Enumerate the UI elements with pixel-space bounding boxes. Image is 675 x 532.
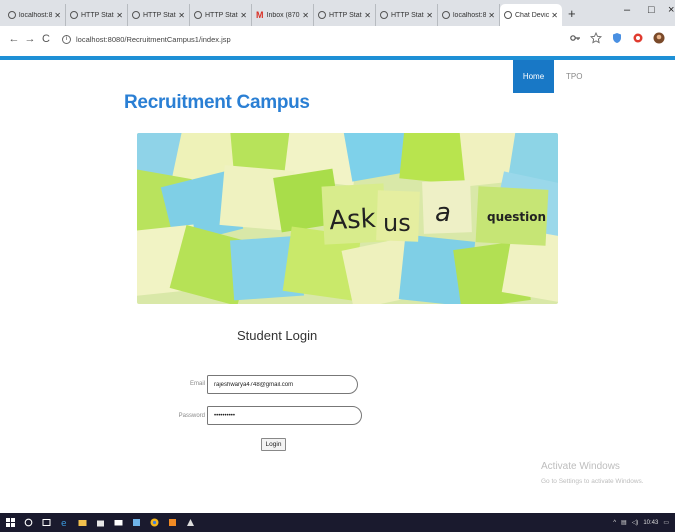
info-icon[interactable]: i: [62, 34, 71, 44]
globe-icon: [380, 11, 388, 19]
extension-icon[interactable]: [632, 32, 644, 44]
email-label: Email: [189, 381, 205, 387]
banner-word-a: a: [435, 198, 451, 228]
close-icon[interactable]: ✕: [551, 11, 558, 20]
toolbar-actions: [569, 32, 665, 44]
close-icon[interactable]: ✕: [364, 11, 371, 20]
banner-word-question: question: [487, 210, 546, 224]
globe-icon: [442, 11, 450, 19]
close-icon[interactable]: ✕: [54, 11, 61, 20]
email-field[interactable]: [207, 375, 358, 394]
browser-tab[interactable]: localhost:8 ✕: [4, 4, 66, 26]
login-button[interactable]: Login: [261, 438, 286, 451]
close-icon[interactable]: ✕: [488, 11, 495, 20]
store-icon[interactable]: [96, 518, 105, 527]
svg-text:e: e: [61, 519, 67, 527]
tab-title: Chat Devic: [515, 11, 550, 19]
task-view-icon[interactable]: [42, 518, 51, 527]
notification-icon[interactable]: ▭: [663, 519, 669, 526]
globe-icon: [132, 11, 140, 19]
nav-home-link[interactable]: Home: [513, 60, 554, 93]
chrome-icon[interactable]: [150, 518, 159, 527]
app-icon-3[interactable]: [186, 518, 195, 527]
browser-tab[interactable]: localhost:8 ✕: [438, 4, 500, 26]
tab-title: Inbox (870): [266, 11, 301, 19]
maximize-icon[interactable]: □: [648, 4, 655, 16]
tray-up-arrow-icon[interactable]: ^: [613, 520, 616, 526]
banner-word-ask: Ask: [329, 204, 377, 236]
tab-title: localhost:8: [19, 11, 53, 19]
tab-title: HTTP Statu: [391, 11, 425, 19]
tab-title: localhost:8: [453, 11, 487, 19]
mail-icon[interactable]: [114, 518, 123, 527]
browser-tab[interactable]: M Inbox (870) ✕: [252, 4, 314, 26]
clock[interactable]: 10:43: [643, 520, 658, 526]
browser-tab[interactable]: HTTP Statu ✕: [66, 4, 128, 26]
close-icon[interactable]: ✕: [240, 11, 247, 20]
system-tray: ^ ▤ ◁) 10:43 ▭: [613, 513, 669, 532]
tab-strip: localhost:8 ✕ HTTP Statu ✕ HTTP Statu ✕ HTT…: [0, 0, 675, 26]
app-icon-2[interactable]: [168, 518, 177, 527]
site-title: Recruitment Campus: [124, 92, 310, 113]
password-label: Password: [178, 413, 205, 419]
star-icon[interactable]: [590, 32, 602, 44]
volume-icon[interactable]: ◁): [632, 519, 639, 526]
browser-chrome: localhost:8 ✕ HTTP Statu ✕ HTTP Statu ✕ HTT…: [0, 0, 675, 52]
new-tab-button[interactable]: +: [568, 6, 576, 21]
reload-icon[interactable]: C: [38, 33, 54, 45]
browser-toolbar: ← → C i localhost:8080/RecruitmentCampus…: [0, 26, 675, 52]
edge-icon[interactable]: e: [60, 518, 69, 527]
browser-tab[interactable]: HTTP Statu ✕: [376, 4, 438, 26]
browser-tab-active[interactable]: Chat Devic ✕: [500, 4, 562, 26]
close-icon[interactable]: ✕: [302, 11, 309, 20]
address-bar[interactable]: i localhost:8080/RecruitmentCampus1/inde…: [62, 34, 231, 44]
globe-icon: [504, 11, 512, 19]
app-icon[interactable]: [132, 518, 141, 527]
file-explorer-icon[interactable]: [78, 518, 87, 527]
activate-windows-subtitle: Go to Settings to activate Windows.: [541, 478, 644, 485]
gmail-icon: M: [256, 10, 264, 20]
windows-start-icon[interactable]: [6, 518, 15, 527]
globe-icon: [318, 11, 326, 19]
network-icon[interactable]: ▤: [621, 519, 627, 526]
browser-tab[interactable]: HTTP Statu ✕: [190, 4, 252, 26]
browser-tab[interactable]: HTTP Statu ✕: [128, 4, 190, 26]
back-icon[interactable]: ←: [6, 33, 22, 45]
tab-title: HTTP Statu: [329, 11, 363, 19]
search-icon[interactable]: [24, 518, 33, 527]
close-window-icon[interactable]: ×: [668, 4, 674, 16]
close-icon[interactable]: ✕: [426, 11, 433, 20]
globe-icon: [8, 11, 16, 19]
browser-tab[interactable]: HTTP Statu ✕: [314, 4, 376, 26]
password-field[interactable]: [207, 406, 362, 425]
close-icon[interactable]: ✕: [116, 11, 123, 20]
taskbar: e ^ ▤ ◁) 10:43 ▭: [0, 513, 675, 532]
tab-title: HTTP Statu: [81, 11, 115, 19]
key-icon[interactable]: [569, 32, 581, 44]
url-text: localhost:8080/RecruitmentCampus1/index.…: [76, 34, 231, 44]
profile-avatar-icon[interactable]: [653, 32, 665, 44]
shield-extension-icon[interactable]: [611, 32, 623, 44]
tab-title: HTTP Statu: [205, 11, 239, 19]
globe-icon: [70, 11, 78, 19]
login-title: Student Login: [237, 328, 318, 343]
globe-icon: [194, 11, 202, 19]
close-icon[interactable]: ✕: [178, 11, 185, 20]
tab-title: HTTP Statu: [143, 11, 177, 19]
minimize-icon[interactable]: –: [624, 4, 630, 16]
forward-icon[interactable]: →: [22, 33, 38, 45]
banner-word-us: us: [383, 209, 411, 237]
banner-image: Ask us a question: [137, 133, 558, 304]
activate-windows-title: Activate Windows: [541, 461, 620, 472]
nav-tpo-link[interactable]: TPO: [560, 60, 588, 93]
